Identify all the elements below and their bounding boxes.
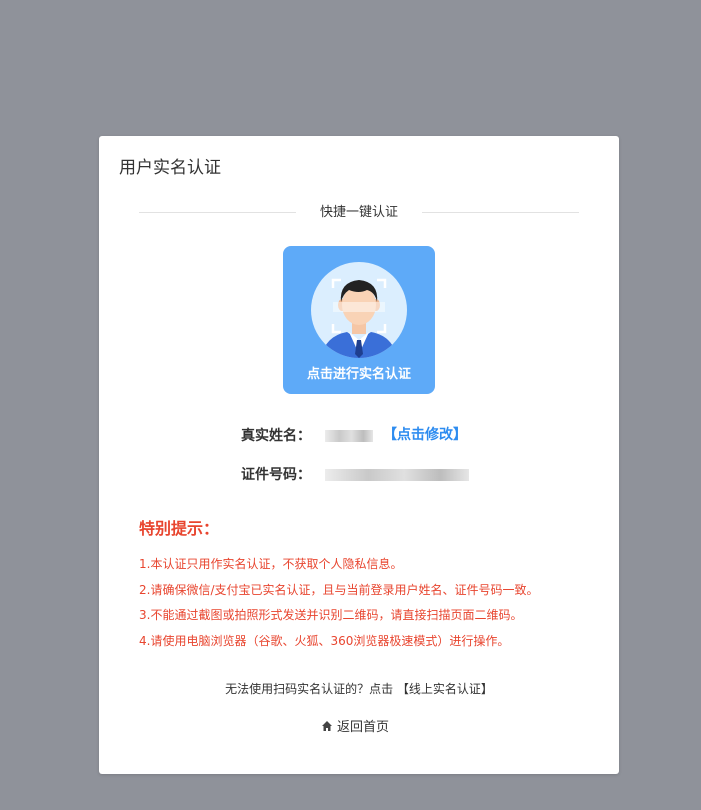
back-home-link[interactable]: 返回首页	[321, 719, 389, 738]
notice-item: 2.请确保微信/支付宝已实名认证，且与当前登录用户姓名、证件号码一致。	[139, 583, 539, 597]
name-label: 真实姓名：	[241, 428, 311, 444]
auth-card: 用户实名认证 快捷一键认证 点击进行实名认证 真实姓名： 【点击修改】 证件号码…	[99, 136, 619, 774]
online-auth-prompt: 无法使用扫码实名认证的？点击 【线上实名认证】	[99, 681, 619, 697]
name-row: 真实姓名： 【点击修改】	[99, 425, 619, 447]
notice-title: 特别提示：	[139, 519, 220, 538]
face-scan-icon	[311, 262, 407, 358]
home-icon	[321, 720, 333, 738]
id-row: 证件号码：	[99, 464, 619, 486]
quick-auth-divider: 快捷一键认证	[139, 202, 579, 224]
id-label: 证件号码：	[241, 467, 311, 483]
divider-label: 快捷一键认证	[319, 205, 398, 220]
start-face-auth-button[interactable]: 点击进行实名认证	[283, 246, 435, 394]
name-value-masked	[325, 430, 373, 442]
edit-name-link[interactable]: 【点击修改】	[383, 426, 467, 444]
notice-item: 3.不能通过截图或拍照形式发送并识别二维码，请直接扫描页面二维码。	[139, 608, 523, 622]
start-face-auth-label: 点击进行实名认证	[306, 367, 411, 382]
card-title: 用户实名认证	[119, 158, 221, 178]
notice-item: 4.请使用电脑浏览器（谷歌、火狐、360浏览器极速模式）进行操作。	[139, 634, 510, 648]
notice-item: 1.本认证只用作实名认证，不获取个人隐私信息。	[139, 557, 403, 571]
online-auth-text: 无法使用扫码实名认证的？点击	[225, 682, 394, 696]
online-auth-link[interactable]: 【线上实名认证】	[397, 682, 493, 696]
back-home-label: 返回首页	[337, 720, 390, 735]
id-value-masked	[325, 469, 469, 481]
